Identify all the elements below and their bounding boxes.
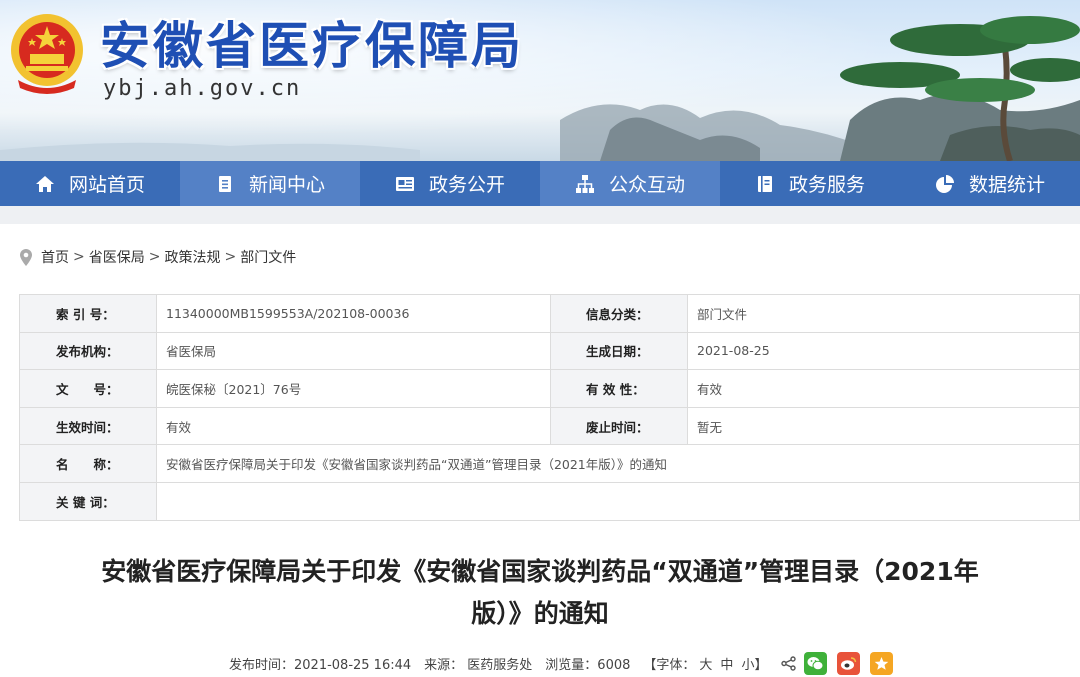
font-size-end: 】 <box>754 657 768 673</box>
nav-item-statistics[interactable]: 数据统计 <box>900 161 1080 206</box>
site-domain: ybj.ah.gov.cn <box>103 76 302 101</box>
table-row: 关 键 词： <box>19 481 1080 521</box>
nav-shadow-bar <box>0 206 1080 224</box>
home-icon <box>35 175 54 192</box>
newspaper-icon <box>395 176 414 191</box>
keywords-value <box>156 481 1080 521</box>
breadcrumb-separator: > <box>224 249 237 265</box>
index-label: 索 引 号： <box>19 294 157 333</box>
wechat-share-button[interactable] <box>804 651 828 675</box>
nav-item-label: 网站首页 <box>68 174 145 196</box>
abolish-time-label: 废止时间： <box>550 406 688 446</box>
article-title: 安徽省医疗保障局关于印发《安徽省国家谈判药品“双通道”管理目录（2021年 版）… <box>40 551 1040 635</box>
doc-number-value: 皖医保秘〔2021〕76号 <box>156 369 551 408</box>
nav-item-interaction[interactable]: 公众互动 <box>540 161 720 206</box>
view-count: 浏览量：6008 <box>545 657 631 673</box>
validity-label: 有 效 性： <box>550 369 688 408</box>
doc-number-label: 文 号： <box>19 369 157 408</box>
abolish-time-value: 暂无 <box>687 406 1080 446</box>
org-chart-icon <box>575 174 594 193</box>
location-pin-icon <box>20 248 32 266</box>
category-label: 信息分类： <box>550 294 688 333</box>
category-value: 部门文件 <box>687 294 1080 333</box>
breadcrumb-policy[interactable]: 政策法规 <box>164 247 220 267</box>
table-row: 发布机构： 省医保局 生成日期： 2021-08-25 <box>19 331 1080 371</box>
document-icon <box>218 175 231 192</box>
nav-item-news[interactable]: 新闻中心 <box>180 161 360 206</box>
issuer-value: 省医保局 <box>156 331 551 371</box>
document-info-table: 索 引 号： 11340000MB1599553A/202108-00036 信… <box>19 294 1080 521</box>
pie-chart-icon <box>935 174 954 193</box>
font-size-medium-button[interactable]: 中 <box>720 654 733 673</box>
table-row: 名 称： 安徽省医疗保障局关于印发《安徽省国家谈判药品“双通道”管理目录（202… <box>19 444 1080 483</box>
nav-item-label: 政务服务 <box>788 174 865 196</box>
favorite-icon <box>875 656 889 670</box>
nav-item-label: 数据统计 <box>968 174 1045 196</box>
table-row: 生效时间： 有效 废止时间： 暂无 <box>19 406 1080 446</box>
nav-item-label: 政务公开 <box>428 174 505 196</box>
main-nav: 网站首页 新闻中心 政务公开 公众互动 政务服务 数据统计 <box>0 161 1080 206</box>
created-date-value: 2021-08-25 <box>687 331 1080 371</box>
font-size-label: 【字体： <box>643 657 696 673</box>
table-row: 文 号： 皖医保秘〔2021〕76号 有 效 性： 有效 <box>19 369 1080 408</box>
issuer-label: 发布机构： <box>19 331 157 371</box>
publish-time: 发布时间：2021-08-25 16:44 <box>229 657 412 673</box>
validity-value: 有效 <box>687 369 1080 408</box>
breadcrumb-bureau[interactable]: 省医保局 <box>89 247 145 267</box>
site-title[interactable]: 安徽省医疗保障局 <box>100 6 524 78</box>
article-meta: 发布时间：2021-08-25 16:44 来源： 医药服务处 浏览量：6008… <box>229 651 903 675</box>
font-size-small-button[interactable]: 小 <box>741 654 754 673</box>
table-row: 索 引 号： 11340000MB1599553A/202108-00036 信… <box>19 294 1080 333</box>
national-emblem-icon <box>11 14 83 94</box>
keywords-label: 关 键 词： <box>19 481 157 521</box>
nav-item-home[interactable]: 网站首页 <box>0 161 180 206</box>
doc-name-label: 名 称： <box>19 444 157 483</box>
article-title-line-2: 版）》的通知 <box>471 599 609 628</box>
nav-item-label: 公众互动 <box>608 174 685 196</box>
nav-item-label: 新闻中心 <box>248 174 325 196</box>
nav-item-gov-affairs[interactable]: 政务公开 <box>360 161 540 206</box>
breadcrumb-home[interactable]: 首页 <box>41 247 69 267</box>
breadcrumb: 首页 > 省医保局 > 政策法规 > 部门文件 <box>20 246 296 268</box>
article-title-line-1: 安徽省医疗保障局关于印发《安徽省国家谈判药品“双通道”管理目录（2021年 <box>101 557 979 586</box>
breadcrumb-dept-docs[interactable]: 部门文件 <box>240 247 296 267</box>
wechat-icon <box>807 656 824 670</box>
header-banner: 安徽省医疗保障局 ybj.ah.gov.cn <box>0 0 1080 161</box>
nav-item-services[interactable]: 政务服务 <box>720 161 900 206</box>
weibo-icon <box>841 656 857 670</box>
breadcrumb-separator: > <box>148 249 161 265</box>
doc-name-value: 安徽省医疗保障局关于印发《安徽省国家谈判药品“双通道”管理目录（2021年版）》… <box>156 444 1080 483</box>
book-icon <box>757 175 772 192</box>
weibo-share-button[interactable] <box>837 651 861 675</box>
effective-time-value: 有效 <box>156 406 551 446</box>
share-icon[interactable] <box>781 655 797 671</box>
article-source: 来源： 医药服务处 <box>424 657 533 673</box>
favorite-button[interactable] <box>870 651 894 675</box>
font-size-large-button[interactable]: 大 <box>699 654 712 673</box>
index-value: 11340000MB1599553A/202108-00036 <box>156 294 551 333</box>
created-date-label: 生成日期： <box>550 331 688 371</box>
effective-time-label: 生效时间： <box>19 406 157 446</box>
breadcrumb-separator: > <box>73 249 85 265</box>
